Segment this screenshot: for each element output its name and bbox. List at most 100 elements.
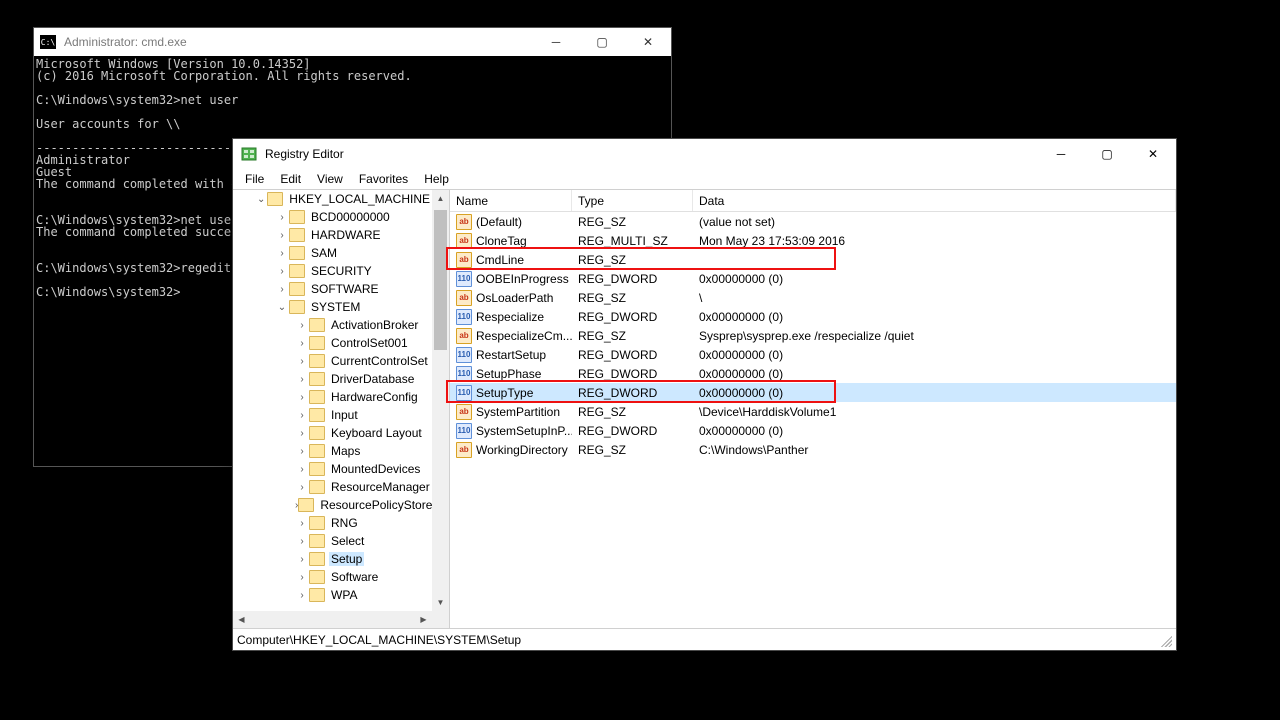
tree-node-resourcepolicystore[interactable]: ›ResourcePolicyStore [233,496,432,514]
expander-icon[interactable]: › [295,572,309,583]
tree-node-sam[interactable]: ›SAM [233,244,432,262]
value-data: Sysprep\sysprep.exe /respecialize /quiet [693,329,1176,343]
value-row[interactable]: 110RespecializeREG_DWORD0x00000000 (0) [450,307,1176,326]
tree-node-wpa[interactable]: ›WPA [233,586,432,604]
scroll-up-icon[interactable]: ▲ [432,190,449,207]
expander-icon[interactable]: › [295,464,309,475]
tree-node-hardware[interactable]: ›HARDWARE [233,226,432,244]
expander-icon[interactable]: › [295,590,309,601]
tree-vscrollbar[interactable]: ▲ ▼ [432,190,449,628]
tree-node-setup[interactable]: ›Setup [233,550,432,568]
tree-node-activationbroker[interactable]: ›ActivationBroker [233,316,432,334]
tree-label: SYSTEM [309,300,362,314]
col-data[interactable]: Data [693,190,1176,211]
expander-icon[interactable]: › [275,212,289,223]
scroll-right-icon[interactable]: ▶ [415,611,432,628]
tree-node-keyboard-layout[interactable]: ›Keyboard Layout [233,424,432,442]
tree-hscrollbar[interactable]: ◀ ▶ [233,611,432,628]
menu-file[interactable]: File [237,170,272,188]
value-row[interactable]: 110RestartSetupREG_DWORD0x00000000 (0) [450,345,1176,364]
regedit-icon [241,146,257,162]
string-value-icon: ab [456,214,472,230]
value-name: SetupType [476,386,533,400]
tree-node-controlset001[interactable]: ›ControlSet001 [233,334,432,352]
tree-node-currentcontrolset[interactable]: ›CurrentControlSet [233,352,432,370]
expander-icon[interactable]: › [275,284,289,295]
value-type: REG_MULTI_SZ [572,234,693,248]
expander-icon[interactable]: ⌄ [275,302,289,313]
value-row[interactable]: 110SetupTypeREG_DWORD0x00000000 (0) [450,383,1176,402]
close-button[interactable]: ✕ [625,28,671,56]
value-row[interactable]: abCmdLineREG_SZ [450,250,1176,269]
tree-node-system[interactable]: ⌄ SYSTEM [233,298,432,316]
expander-icon[interactable]: › [275,248,289,259]
tree-node-mounteddevices[interactable]: › MountedDevices [233,460,432,478]
expander-icon[interactable]: › [295,374,309,385]
menu-favorites[interactable]: Favorites [351,170,416,188]
resize-grip-icon[interactable] [1158,633,1172,647]
value-type: REG_SZ [572,291,693,305]
value-list[interactable]: Name Type Data ab(Default)REG_SZ(value n… [450,190,1176,628]
tree-node-security[interactable]: ›SECURITY [233,262,432,280]
value-row[interactable]: abRespecializeCm...REG_SZSysprep\sysprep… [450,326,1176,345]
expander-icon[interactable]: › [275,266,289,277]
value-data: 0x00000000 (0) [693,348,1176,362]
tree-node-software[interactable]: ›Software [233,568,432,586]
value-row[interactable]: abCloneTagREG_MULTI_SZMon May 23 17:53:0… [450,231,1176,250]
expander-icon[interactable]: › [295,428,309,439]
tree-node-driverdatabase[interactable]: ›DriverDatabase [233,370,432,388]
tree-node-select[interactable]: ›Select [233,532,432,550]
tree-node-hardwareconfig[interactable]: ›HardwareConfig [233,388,432,406]
value-row[interactable]: 110OOBEInProgressREG_DWORD0x00000000 (0) [450,269,1176,288]
value-name: SystemSetupInP... [476,424,572,438]
expander-icon[interactable]: › [295,356,309,367]
expander-icon[interactable]: › [275,230,289,241]
regedit-window[interactable]: Registry Editor ─ ▢ ✕ FileEditViewFavori… [232,138,1177,651]
menu-view[interactable]: View [309,170,351,188]
minimize-button[interactable]: ─ [533,28,579,56]
col-name[interactable]: Name [450,190,572,211]
maximize-button[interactable]: ▢ [1084,139,1130,169]
tree-node-input[interactable]: ›Input [233,406,432,424]
expander-icon[interactable]: › [295,410,309,421]
expander-icon[interactable]: › [295,482,309,493]
regedit-titlebar[interactable]: Registry Editor ─ ▢ ✕ [233,139,1176,169]
expander-icon[interactable]: › [295,338,309,349]
expander-icon[interactable]: ⌄ [255,194,267,205]
folder-icon [309,462,325,476]
expander-icon[interactable]: › [295,554,309,565]
value-row[interactable]: 110SystemSetupInP...REG_DWORD0x00000000 … [450,421,1176,440]
value-data: Mon May 23 17:53:09 2016 [693,234,1176,248]
value-row[interactable]: ab(Default)REG_SZ(value not set) [450,212,1176,231]
tree-node-bcd00000000[interactable]: ›BCD00000000 [233,208,432,226]
menu-edit[interactable]: Edit [272,170,309,188]
expander-icon[interactable]: › [295,392,309,403]
value-name: OOBEInProgress [476,272,569,286]
value-row[interactable]: 110SetupPhaseREG_DWORD0x00000000 (0) [450,364,1176,383]
menu-help[interactable]: Help [416,170,457,188]
expander-icon[interactable]: › [295,320,309,331]
scroll-left-icon[interactable]: ◀ [233,611,250,628]
value-row[interactable]: abWorkingDirectoryREG_SZC:\Windows\Panth… [450,440,1176,459]
registry-tree[interactable]: ⌄HKEY_LOCAL_MACHINE›BCD00000000›HARDWARE… [233,190,450,628]
cmd-titlebar[interactable]: C:\ Administrator: cmd.exe ─ ▢ ✕ [34,28,671,56]
tree-node-resourcemanager[interactable]: ›ResourceManager [233,478,432,496]
value-row[interactable]: abSystemPartitionREG_SZ\Device\HarddiskV… [450,402,1176,421]
minimize-button[interactable]: ─ [1038,139,1084,169]
tree-label: RNG [329,516,360,530]
tree-node-software[interactable]: ›SOFTWARE [233,280,432,298]
col-type[interactable]: Type [572,190,693,211]
value-row[interactable]: abOsLoaderPathREG_SZ\ [450,288,1176,307]
maximize-button[interactable]: ▢ [579,28,625,56]
scroll-down-icon[interactable]: ▼ [432,594,449,611]
tree-label: MountedDevices [329,462,422,476]
expander-icon[interactable]: › [295,536,309,547]
expander-icon[interactable]: › [295,446,309,457]
expander-icon[interactable]: › [295,518,309,529]
tree-node-rng[interactable]: › RNG [233,514,432,532]
close-button[interactable]: ✕ [1130,139,1176,169]
tree-node-maps[interactable]: ›Maps [233,442,432,460]
tree-node-hkey_local_machine[interactable]: ⌄HKEY_LOCAL_MACHINE [233,190,432,208]
scroll-thumb[interactable] [434,210,447,350]
value-data: 0x00000000 (0) [693,424,1176,438]
